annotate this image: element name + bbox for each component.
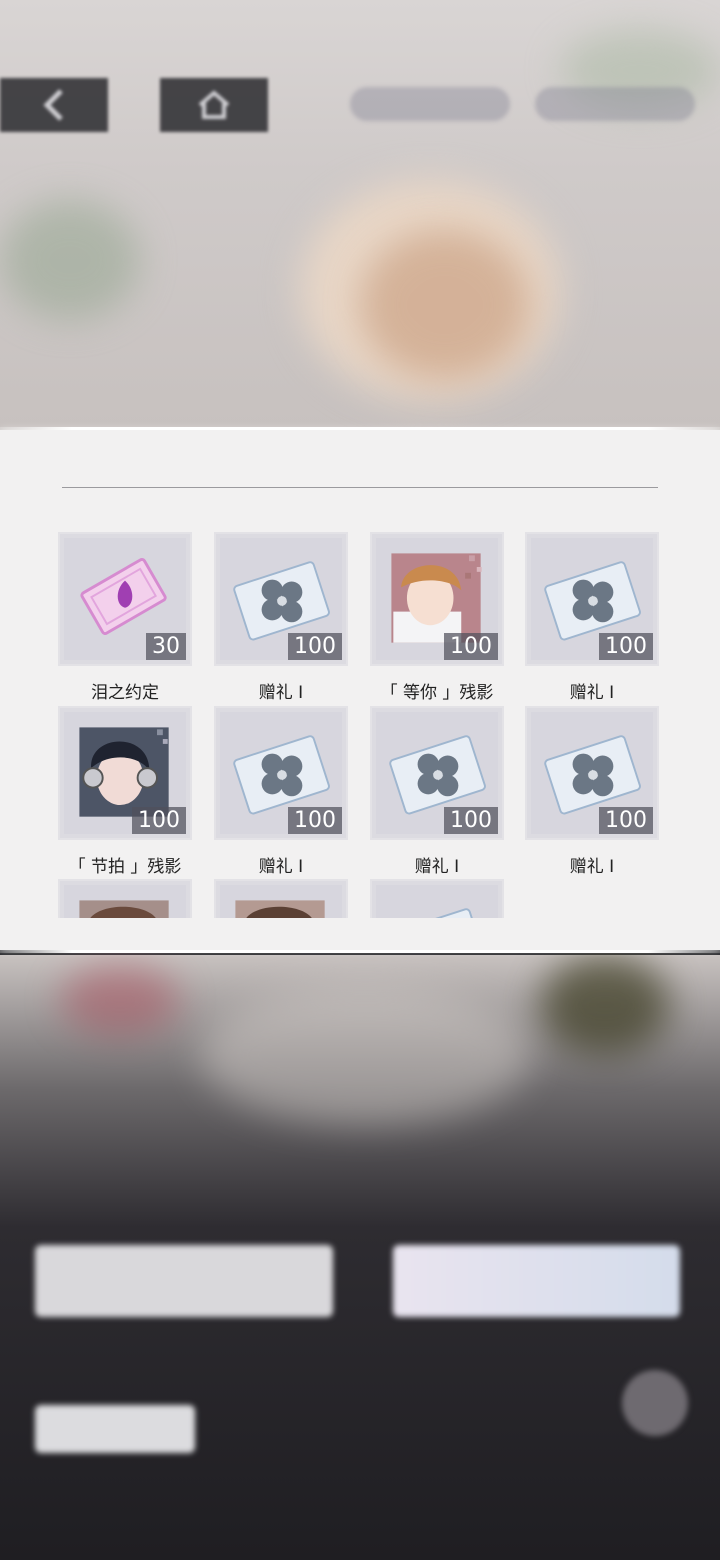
background-top [0, 0, 720, 430]
reward-item[interactable]: 100 赠礼 I [370, 706, 508, 877]
reward-grid: 30 泪之约定 100 赠礼 I 100 「 等你 」残影 100 赠礼 I 1… [0, 430, 720, 918]
back-arrow-icon [43, 89, 63, 121]
bottom-right-round-button[interactable] [622, 1370, 688, 1436]
reward-tile [214, 879, 348, 918]
reward-quantity: 100 [444, 807, 498, 834]
reward-tile [370, 879, 504, 918]
reward-tile: 30 [58, 532, 192, 666]
portrait-icon [235, 900, 325, 918]
reward-item[interactable]: 100 赠礼 I [525, 706, 663, 877]
reward-tile: 100 [525, 532, 659, 666]
reward-quantity: 100 [599, 633, 653, 660]
ten-draw-button[interactable] [393, 1245, 680, 1317]
reward-quantity: 100 [288, 807, 342, 834]
reward-item[interactable]: 100 赠礼 I [525, 532, 663, 703]
reward-tile [58, 879, 192, 918]
reward-tile: 100 [370, 706, 504, 840]
reward-tile: 100 [525, 706, 659, 840]
reward-tile: 100 [370, 532, 504, 666]
reward-tile: 100 [214, 532, 348, 666]
reward-name: 赠礼 I [569, 683, 615, 703]
home-button[interactable] [160, 78, 268, 132]
reward-quantity: 100 [132, 807, 186, 834]
reward-name: 赠礼 I [414, 857, 460, 877]
reward-quantity: 30 [146, 633, 186, 660]
reward-tile: 100 [214, 706, 348, 840]
reward-quantity: 100 [599, 807, 653, 834]
reward-item[interactable]: 100 「 节拍 」残影 [58, 706, 196, 877]
reward-item[interactable]: 30 泪之约定 [58, 532, 196, 703]
reward-name: 赠礼 I [569, 857, 615, 877]
reward-name: 泪之约定 [91, 683, 159, 703]
reward-quantity: 100 [288, 633, 342, 660]
reward-name: 「 等你 」残影 [380, 683, 494, 703]
panel-bottom-edge [0, 950, 720, 953]
portrait-icon [79, 900, 169, 918]
reward-item[interactable]: 100 赠礼 I [214, 532, 352, 703]
single-draw-button[interactable] [35, 1245, 333, 1317]
reward-quantity: 100 [444, 633, 498, 660]
reward-tile: 100 [58, 706, 192, 840]
reward-item[interactable]: 100 赠礼 I [214, 706, 352, 877]
reward-item[interactable]: 100 「 等你 」残影 [370, 532, 508, 703]
reward-name: 赠礼 I [258, 857, 304, 877]
reward-preview-panel: 30 泪之约定 100 赠礼 I 100 「 等你 」残影 100 赠礼 I 1… [0, 427, 720, 953]
currency-pill-1 [350, 87, 510, 121]
home-icon [198, 90, 230, 119]
bottom-left-button[interactable] [35, 1405, 195, 1453]
reward-item-partial[interactable] [370, 879, 508, 918]
reward-item-partial[interactable] [58, 879, 196, 918]
reward-name: 「 节拍 」残影 [68, 857, 182, 877]
reward-item-partial[interactable] [214, 879, 352, 918]
reward-name: 赠礼 I [258, 683, 304, 703]
currency-pill-2 [535, 87, 695, 121]
back-button[interactable] [0, 78, 108, 132]
gift-folder-icon [389, 908, 486, 918]
